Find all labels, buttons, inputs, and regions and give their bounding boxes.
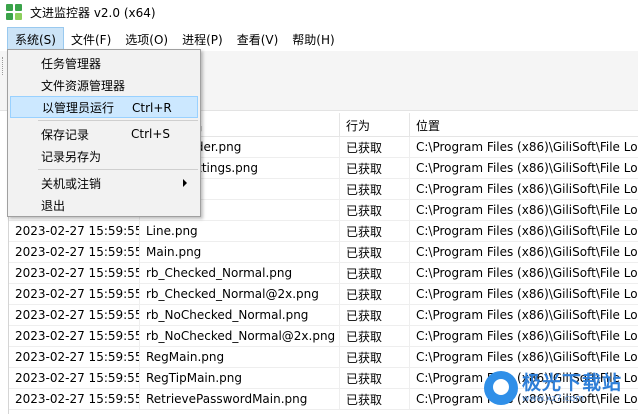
cell-location: C:\Program Files (x86)\GiliSoft\File Loc… <box>416 182 638 196</box>
menu-item-exit[interactable]: 退出 <box>8 194 200 216</box>
cell-location: C:\Program Files (x86)\GiliSoft\File Loc… <box>416 308 638 322</box>
cell-name: Main.png <box>140 242 340 262</box>
menu-item-label: 关机或注销 <box>41 176 102 191</box>
menu-item-shortcut: Ctrl+R <box>132 101 172 115</box>
menu-item-label: 退出 <box>41 198 66 213</box>
system-menu-dropdown: 任务管理器 文件资源管理器 以管理员运行 Ctrl+R 保存记录 Ctrl+S 记录… <box>7 49 201 217</box>
cell-action: 已获取 <box>340 242 410 262</box>
table-row[interactable]: 2023-02-27 15:59:55 rb_Checked_Normal.png… <box>9 263 638 284</box>
cell-time: 2023-02-27 15:59:55 <box>9 326 140 346</box>
menu-item-task-manager[interactable]: 任务管理器 <box>8 52 200 74</box>
cell-action: 已获取 <box>340 389 410 409</box>
cell-time: 2023-02-27 15:59:55 <box>9 242 140 262</box>
cell-name: rb_Checked_Normal@2x.png <box>140 284 340 304</box>
column-header-action[interactable]: 行为 <box>340 113 410 137</box>
menu-item-file-explorer[interactable]: 文件资源管理器 <box>8 74 200 96</box>
cell-action: 已获取 <box>340 200 410 220</box>
cell-name: rb_NoChecked_Normal.png <box>140 305 340 325</box>
title-bar: 文进监控器 v2.0 (x64) <box>0 0 638 24</box>
chevron-right-icon <box>183 179 187 187</box>
menu-item-save-log-as[interactable]: 记录另存为 <box>8 145 200 167</box>
menu-item-shutdown-logoff[interactable]: 关机或注销 <box>8 172 200 194</box>
cell-name: rb_Checked_Normal.png <box>140 263 340 283</box>
cell-action: 已获取 <box>340 284 410 304</box>
cell-action: 已获取 <box>340 347 410 367</box>
cell-location: C:\Program Files (x86)\GiliSoft\File Loc… <box>416 287 638 301</box>
cell-action: 已获取 <box>340 368 410 388</box>
watermark-text: 极光下载站 <box>522 371 623 394</box>
menu-system[interactable]: 系统(S) <box>7 27 64 51</box>
table-row[interactable]: 2023-02-27 15:59:55 rb_NoChecked_Normal.p… <box>9 305 638 326</box>
menu-file[interactable]: 文件(F) <box>64 27 118 51</box>
cell-time: 2023-02-27 15:59:55 <box>9 284 140 304</box>
menu-separator <box>38 120 198 121</box>
cell-action: 已获取 <box>340 305 410 325</box>
menu-separator <box>38 169 198 170</box>
cell-action: 已获取 <box>340 158 410 178</box>
menu-item-label: 文件资源管理器 <box>41 78 126 93</box>
menu-bar: 系统(S) 文件(F) 选项(O) 进程(P) 查看(V) 帮助(H) <box>0 27 638 51</box>
column-header-location[interactable]: 位置 <box>410 113 638 137</box>
cell-time: 2023-02-27 15:59:55 <box>9 347 140 367</box>
watermark-url: www.xz7.com <box>522 393 584 404</box>
cell-name: RegMain.png <box>140 347 340 367</box>
table-row[interactable]: 2023-02-27 15:59:55 Main.png 已获取 C:\Program… <box>9 242 638 263</box>
window-title: 文进监控器 v2.0 (x64) <box>30 5 156 20</box>
watermark: 极光下载站 www.xz7.com <box>484 362 638 414</box>
cell-location: C:\Program Files (x86)\GiliSoft\File Loc… <box>416 329 638 343</box>
cell-action: 已获取 <box>340 326 410 346</box>
cell-location: C:\Program Files (x86)\GiliSoft\File Loc… <box>416 161 638 175</box>
cell-action: 已获取 <box>340 263 410 283</box>
cell-location: C:\Program Files (x86)\GiliSoft\File Loc… <box>416 203 638 217</box>
toolbar-grip[interactable] <box>2 57 5 75</box>
cell-action: 已获取 <box>340 221 410 241</box>
cell-name: Line.png <box>140 221 340 241</box>
cell-location: C:\Program Files (x86)\GiliSoft\File Loc… <box>416 245 638 259</box>
menu-help[interactable]: 帮助(H) <box>285 27 341 51</box>
cell-time: 2023-02-27 15:59:55 <box>9 368 140 388</box>
table-row[interactable]: 2023-02-27 15:59:55 rb_Checked_Normal@2x.… <box>9 284 638 305</box>
menu-item-label: 记录另存为 <box>41 149 102 164</box>
cell-time: 2023-02-27 15:59:55 <box>9 389 140 409</box>
menu-options[interactable]: 选项(O) <box>118 27 175 51</box>
cell-location: C:\Program Files (x86)\GiliSoft\File Loc… <box>416 140 638 154</box>
cell-name: RetrievePasswordMain.png <box>140 389 340 409</box>
menu-item-run-as-admin[interactable]: 以管理员运行 Ctrl+R <box>10 96 198 118</box>
menu-item-label: 以管理员运行 <box>42 100 115 115</box>
cell-action: 已获取 <box>340 179 410 199</box>
menu-item-label: 保存记录 <box>41 127 90 142</box>
cell-location: C:\Program Files (x86)\GiliSoft\File Loc… <box>416 266 638 280</box>
cell-name: rb_NoChecked_Normal@2x.png <box>140 326 340 346</box>
app-grid-icon <box>6 4 22 20</box>
table-row[interactable]: 2023-02-27 15:59:55 Line.png 已获取 C:\Program… <box>9 221 638 242</box>
cell-name: RegTipMain.png <box>140 368 340 388</box>
menu-item-save-log[interactable]: 保存记录 Ctrl+S <box>8 123 200 145</box>
table-row[interactable]: 2023-02-27 15:59:55 rb_NoChecked_Normal@2… <box>9 326 638 347</box>
menu-process[interactable]: 进程(P) <box>175 27 230 51</box>
cell-location: C:\Program Files (x86)\GiliSoft\File Loc… <box>416 224 638 238</box>
menu-item-shortcut: Ctrl+S <box>131 127 171 141</box>
menu-view[interactable]: 查看(V) <box>230 27 286 51</box>
cell-time: 2023-02-27 15:59:55 <box>9 221 140 241</box>
cell-time: 2023-02-27 15:59:55 <box>9 305 140 325</box>
cell-action: 已获取 <box>340 137 410 157</box>
cell-time: 2023-02-27 15:59:55 <box>9 263 140 283</box>
aurora-logo-icon <box>484 371 518 405</box>
menu-item-label: 任务管理器 <box>41 56 102 71</box>
